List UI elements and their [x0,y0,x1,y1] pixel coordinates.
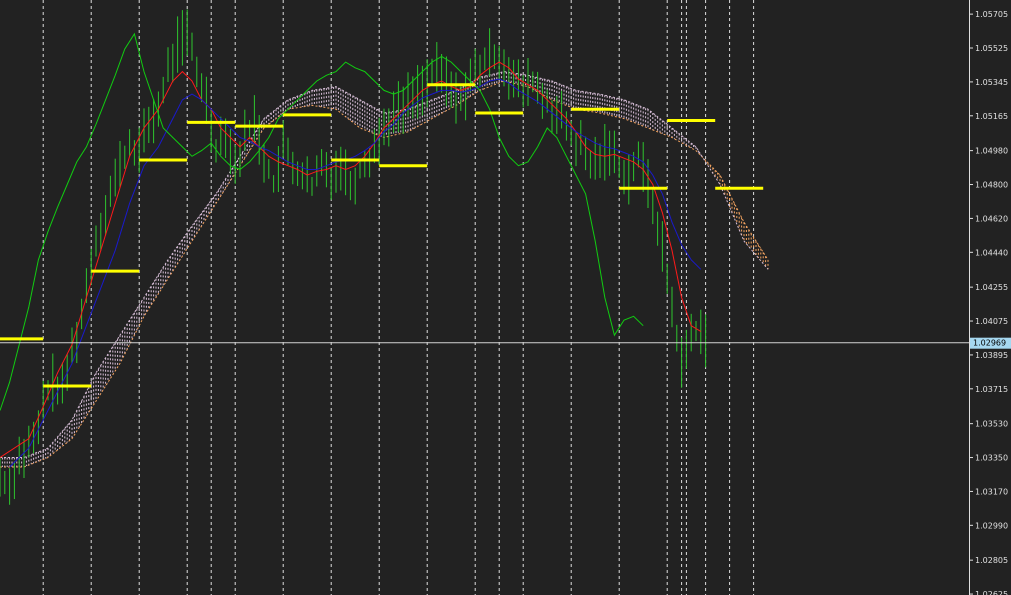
price-tick-label: 1.04440 [975,248,1008,257]
price-tick-label: 1.04980 [975,147,1008,156]
price-tick-label: 1.03895 [975,351,1008,360]
price-tick-label: 1.03715 [975,385,1008,394]
price-tick-label: 1.03350 [975,454,1008,463]
ichimoku-chart[interactable]: 1.05705 1.05525 1.05345 1.05165 1.04980 1.048… [0,0,1011,595]
price-tick-label: 1.05525 [975,44,1008,53]
current-price-box: 1.02969 [970,337,1011,349]
price-tick-label: 1.03530 [975,420,1008,429]
price-tick-label: 1.05345 [975,78,1008,87]
current-price-label: 1.02969 [973,339,1006,348]
price-tick-label: 1.02625 [975,590,1008,595]
price-tick-label: 1.04255 [975,283,1008,292]
chart-background [0,0,1011,595]
price-tick-label: 1.02805 [975,556,1008,565]
price-tick-label: 1.04620 [975,214,1008,223]
price-tick-label: 1.04800 [975,181,1008,190]
price-tick-label: 1.02990 [975,521,1008,530]
price-tick-label: 1.03170 [975,487,1008,496]
price-tick-label: 1.05705 [975,10,1008,19]
price-tick-label: 1.05165 [975,112,1008,121]
price-tick-label: 1.04075 [975,317,1008,326]
